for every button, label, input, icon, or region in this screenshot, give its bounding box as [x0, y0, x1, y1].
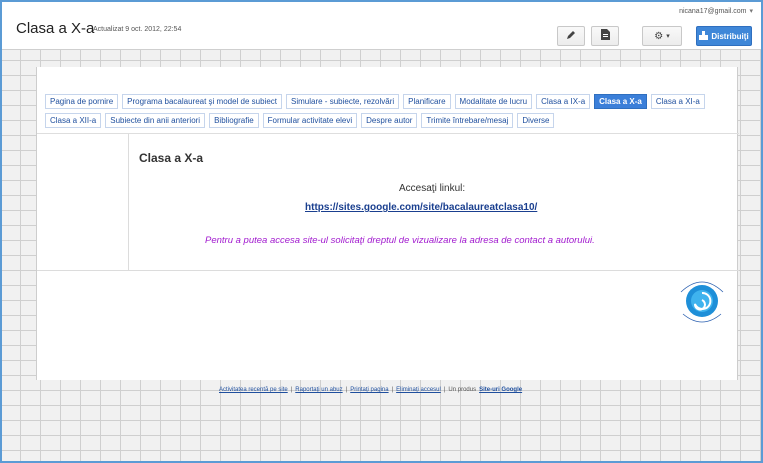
nav-item-programa-bacalaureat[interactable]: Programa bacalaureat şi model de subiect — [122, 94, 283, 109]
new-page-button[interactable] — [591, 26, 619, 46]
nav-item-bibliografie[interactable]: Bibliografie — [209, 113, 259, 128]
last-updated: Actualizat 9 oct. 2012, 22:54 — [93, 26, 182, 33]
nav-item-subiecte-anii-anteriori[interactable]: Subiecte din anii anteriori — [105, 113, 206, 128]
access-label: Accesaţi linkul: — [399, 183, 466, 194]
nav-item-simulare[interactable]: Simulare - subiecte, rezolvări — [286, 94, 400, 109]
footer-remove-access-link[interactable]: Eliminaţi accesul — [396, 387, 441, 393]
author-logo — [673, 270, 731, 332]
nav-item-diverse[interactable]: Diverse — [517, 113, 555, 128]
nav-item-formular-activitate[interactable]: Formular activitate elevi — [262, 113, 358, 128]
site-footer: Activitatea recentă pe site | Raportaţi … — [219, 387, 522, 393]
footer-report-abuse-link[interactable]: Raportaţi un abuz — [295, 387, 342, 393]
footer-separator: | — [345, 387, 348, 393]
account-email: nicana17@gmail.com — [679, 8, 747, 15]
pencil-icon — [566, 30, 576, 43]
nav-item-trimite-intrebare[interactable]: Trimite întrebare/mesaj — [421, 113, 514, 128]
content-divider — [37, 270, 739, 271]
footer-separator: | — [443, 387, 446, 393]
nav-divider — [37, 133, 739, 134]
edit-page-button[interactable] — [557, 26, 585, 46]
nav-item-clasa-ix[interactable]: Clasa a IX-a — [536, 94, 591, 109]
share-button[interactable]: Distribuiţi — [696, 26, 752, 46]
site-header: Clasa a X-a Actualizat 9 oct. 2012, 22:5… — [2, 2, 761, 50]
sidebar — [37, 134, 129, 270]
footer-powered-by: Un produs — [448, 387, 477, 393]
page-card: Pagina de pornire Programa bacalaureat ş… — [36, 67, 739, 380]
chevron-down-icon: ▾ — [749, 8, 753, 15]
share-icon — [699, 30, 709, 42]
account-menu[interactable]: nicana17@gmail.com ▾ — [679, 7, 753, 15]
page-title: Clasa a X-a — [139, 151, 204, 165]
more-actions-button[interactable]: ⚙ ▾ — [642, 26, 682, 46]
nav-item-modalitate-de-lucru[interactable]: Modalitate de lucru — [454, 94, 533, 109]
nav-item-pagina-de-pornire[interactable]: Pagina de pornire — [45, 94, 119, 109]
nav-item-clasa-xii[interactable]: Clasa a XII-a — [45, 113, 102, 128]
chevron-down-icon: ▾ — [666, 33, 670, 40]
footer-print-page-link[interactable]: Printaţi pagina — [350, 387, 388, 393]
footer-separator: | — [391, 387, 394, 393]
site-title[interactable]: Clasa a X-a — [16, 20, 94, 37]
access-note: Pentru a putea accesa site-ul solicitaţi… — [205, 235, 595, 246]
nav-item-clasa-x[interactable]: Clasa a X-a — [594, 94, 647, 109]
page-icon — [600, 29, 610, 43]
nav-item-planificare[interactable]: Planificare — [403, 94, 451, 109]
nav-item-despre-autor[interactable]: Despre autor — [361, 113, 418, 128]
footer-google-sites-link[interactable]: Site-uri Google — [479, 387, 522, 393]
share-label: Distribuiţi — [711, 31, 749, 41]
footer-recent-activity-link[interactable]: Activitatea recentă pe site — [219, 387, 288, 393]
gear-icon: ⚙ — [654, 30, 664, 42]
footer-separator: | — [290, 387, 293, 393]
nav-item-clasa-xi[interactable]: Clasa a XI-a — [650, 94, 705, 109]
site-link[interactable]: https://sites.google.com/site/bacalaurea… — [305, 202, 537, 213]
site-navigation: Pagina de pornire Programa bacalaureat ş… — [45, 94, 725, 128]
